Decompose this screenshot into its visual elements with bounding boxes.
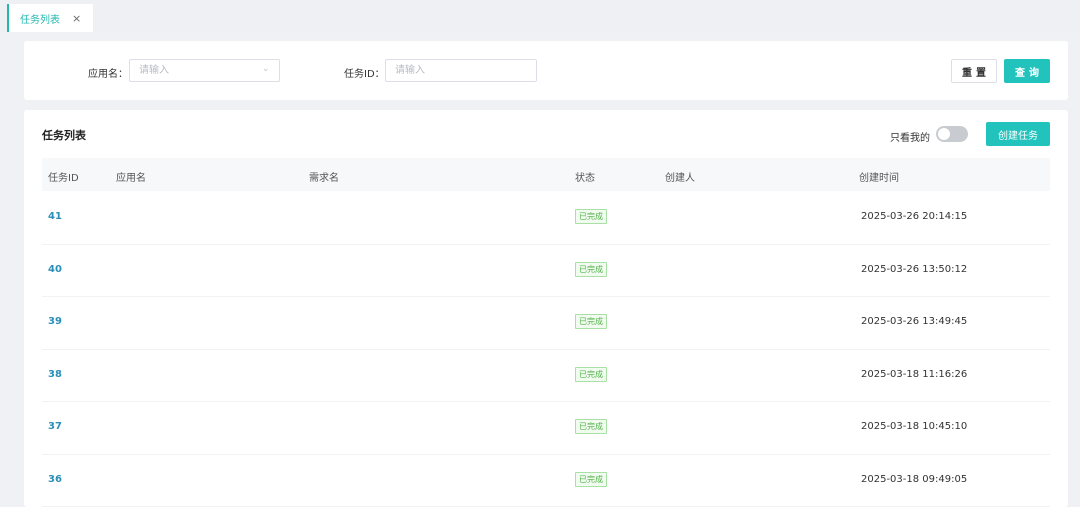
create-task-button[interactable]: 创建任务	[986, 122, 1050, 146]
table-row: 37 已完成 2025-03-18 10:45:10	[42, 402, 1050, 455]
created-time: 2025-03-26 13:49:45	[861, 316, 968, 327]
table-row: 36 已完成 2025-03-18 09:49:05	[42, 455, 1050, 507]
col-creator: 创建人	[665, 173, 695, 184]
tab-label: 任务列表	[20, 14, 60, 26]
status-badge: 已完成	[575, 209, 607, 224]
table-row: 40 已完成 2025-03-26 13:50:12	[42, 245, 1050, 297]
col-task-id: 任务ID	[48, 173, 79, 184]
task-id-input[interactable]	[385, 59, 537, 82]
status-badge: 已完成	[575, 366, 607, 382]
task-id-link[interactable]: 41	[48, 211, 62, 222]
toggle-knob	[938, 128, 950, 140]
tab-bar: 任务列表 ×	[0, 0, 1080, 32]
created-time: 2025-03-18 10:45:10	[861, 421, 968, 432]
table-row: 38 已完成 2025-03-18 11:16:26	[42, 350, 1050, 402]
status-badge: 已完成	[575, 314, 607, 329]
reset-button[interactable]: 重置	[951, 59, 997, 83]
tab-task-list[interactable]: 任务列表 ×	[7, 4, 93, 32]
col-created-at: 创建时间	[859, 173, 899, 184]
col-requirement: 需求名	[309, 173, 339, 184]
created-time: 2025-03-26 13:50:12	[861, 263, 968, 275]
table-header: 任务ID 应用名 需求名 状态 创建人 创建时间	[42, 158, 1050, 191]
task-id-link[interactable]: 40	[48, 264, 62, 275]
table-row: 41 已完成 2025-03-26 20:14:15	[42, 192, 1050, 245]
table-body: 41 已完成 2025-03-26 20:14:15 40 已完成 2025-0…	[42, 192, 1050, 507]
filter-panel: 应用名： ⌄ 任务ID： 重置 查询	[24, 41, 1068, 100]
app-name-select[interactable]	[129, 59, 280, 82]
task-id-link[interactable]: 39	[48, 316, 62, 327]
col-app-name: 应用名	[116, 173, 146, 184]
task-id-label: 任务ID：	[344, 69, 385, 80]
created-time: 2025-03-18 11:16:26	[861, 368, 968, 380]
task-id-link[interactable]: 37	[48, 421, 62, 432]
table-row: 39 已完成 2025-03-26 13:49:45	[42, 297, 1050, 350]
task-id-link[interactable]: 38	[48, 369, 62, 380]
close-icon[interactable]: ×	[72, 12, 81, 25]
only-mine-toggle[interactable]	[936, 126, 968, 142]
app-name-label: 应用名：	[88, 69, 128, 80]
created-time: 2025-03-26 20:14:15	[861, 211, 968, 222]
only-mine-label: 只看我的	[890, 133, 930, 144]
task-id-link[interactable]: 36	[48, 474, 62, 485]
query-button[interactable]: 查询	[1004, 59, 1050, 83]
status-badge: 已完成	[575, 261, 607, 277]
status-badge: 已完成	[575, 471, 607, 487]
status-badge: 已完成	[575, 419, 607, 434]
col-status: 状态	[575, 173, 595, 184]
list-title: 任务列表	[42, 129, 86, 142]
task-list-panel: 任务列表 只看我的 创建任务 任务ID 应用名 需求名 状态 创建人 创建时间 …	[24, 110, 1068, 507]
created-time: 2025-03-18 09:49:05	[861, 473, 968, 485]
chevron-down-icon: ⌄	[262, 64, 270, 74]
